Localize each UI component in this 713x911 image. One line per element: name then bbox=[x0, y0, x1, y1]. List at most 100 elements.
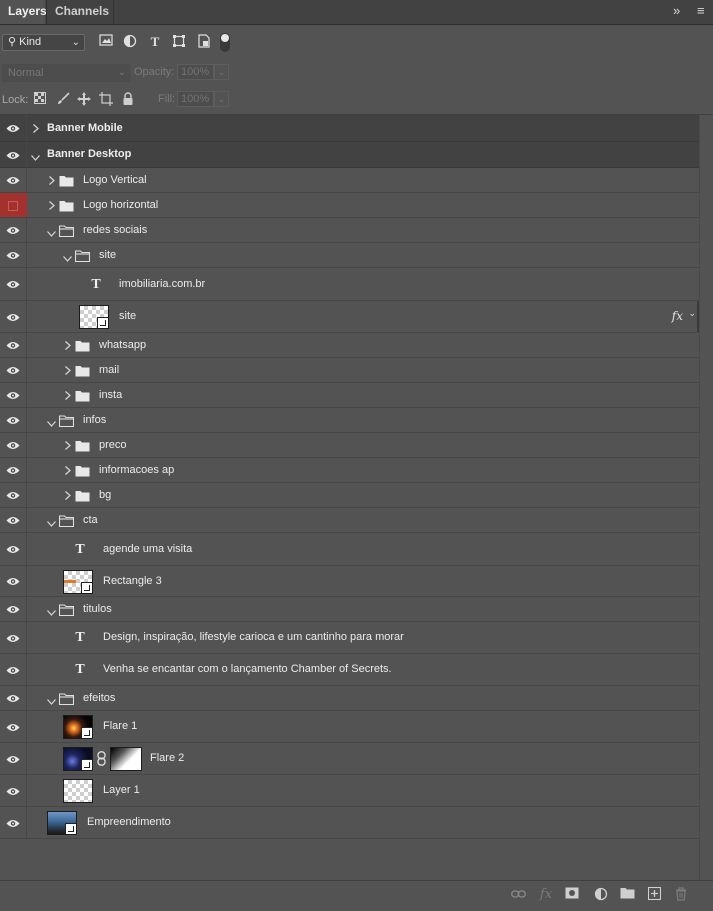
eye-icon[interactable] bbox=[6, 723, 20, 731]
fill-dropdown-icon[interactable]: ⌄ bbox=[214, 91, 229, 107]
visibility-column[interactable] bbox=[0, 333, 27, 357]
visibility-column[interactable] bbox=[0, 142, 27, 167]
kind-filter-select[interactable]: ⚲ Kind ⌄ bbox=[2, 34, 85, 51]
visibility-empty-box[interactable] bbox=[8, 200, 18, 211]
visibility-column[interactable] bbox=[0, 622, 27, 653]
chevron-right-icon[interactable] bbox=[49, 200, 57, 210]
chevron-down-icon[interactable] bbox=[47, 696, 56, 705]
layer-row[interactable]: insta bbox=[0, 383, 699, 408]
chevron-right-icon[interactable] bbox=[65, 465, 73, 475]
chevron-down-icon[interactable] bbox=[47, 228, 56, 237]
tab-layers[interactable]: Layers bbox=[0, 0, 47, 24]
layer-row[interactable]: Empreendimento bbox=[0, 807, 699, 839]
eye-icon[interactable] bbox=[6, 466, 20, 474]
layer-name[interactable]: Logo horizontal bbox=[83, 199, 158, 211]
type-filter-icon[interactable]: T bbox=[147, 34, 163, 50]
eye-icon[interactable] bbox=[6, 341, 20, 349]
lock-image-pixels-icon[interactable] bbox=[56, 92, 70, 106]
visibility-column[interactable] bbox=[0, 301, 27, 332]
eye-icon[interactable] bbox=[6, 694, 20, 702]
layer-name[interactable]: cta bbox=[83, 514, 98, 526]
visibility-column[interactable] bbox=[0, 358, 27, 382]
eye-icon[interactable] bbox=[6, 634, 20, 642]
layer-name[interactable]: infos bbox=[83, 414, 106, 426]
eye-icon[interactable] bbox=[6, 151, 20, 159]
visibility-column[interactable] bbox=[0, 597, 27, 621]
collapse-panel-icon[interactable]: » bbox=[673, 0, 680, 24]
add-mask-icon[interactable] bbox=[564, 887, 580, 903]
layer-row[interactable]: Rectangle 3 bbox=[0, 566, 699, 597]
layer-name[interactable]: site bbox=[99, 249, 116, 261]
chevron-down-icon[interactable] bbox=[47, 518, 56, 527]
visibility-column[interactable] bbox=[0, 218, 27, 242]
eye-icon[interactable] bbox=[6, 441, 20, 449]
trash-icon[interactable] bbox=[673, 887, 689, 903]
lock-all-icon[interactable] bbox=[121, 92, 135, 106]
fill-input[interactable]: 100% bbox=[177, 91, 214, 107]
layer-name[interactable]: Banner Mobile bbox=[47, 122, 123, 134]
layer-row[interactable]: efeitos bbox=[0, 686, 699, 711]
visibility-column[interactable] bbox=[0, 483, 27, 507]
layer-row[interactable]: Logo Vertical bbox=[0, 168, 699, 193]
layer-name[interactable]: Venha se encantar com o lançamento Chamb… bbox=[103, 663, 392, 675]
layer-row[interactable]: Flare 1 bbox=[0, 711, 699, 743]
layer-name[interactable]: informacoes ap bbox=[99, 464, 174, 476]
eye-icon[interactable] bbox=[6, 787, 20, 795]
adjustment-filter-icon[interactable] bbox=[122, 34, 138, 50]
opacity-dropdown-icon[interactable]: ⌄ bbox=[214, 64, 229, 80]
layer-name[interactable]: whatsapp bbox=[99, 339, 146, 351]
blend-mode-select[interactable]: Normal ⌄ bbox=[2, 64, 130, 82]
layer-name[interactable]: imobiliaria.com.br bbox=[119, 278, 205, 290]
chain-link-icon[interactable] bbox=[97, 751, 107, 767]
visibility-column[interactable] bbox=[0, 115, 27, 141]
opacity-input[interactable]: 100% bbox=[177, 64, 214, 80]
chevron-right-icon[interactable] bbox=[49, 175, 57, 185]
layer-name[interactable]: titulos bbox=[83, 603, 112, 615]
layer-mask-thumbnail[interactable] bbox=[110, 747, 142, 771]
layer-name[interactable]: Banner Desktop bbox=[47, 148, 131, 160]
layer-row[interactable]: bg bbox=[0, 483, 699, 508]
visibility-column[interactable] bbox=[0, 775, 27, 806]
chevron-down-icon[interactable] bbox=[63, 253, 72, 262]
visibility-column[interactable] bbox=[0, 433, 27, 457]
layers-scrollbar[interactable] bbox=[699, 115, 713, 880]
chevron-down-icon[interactable] bbox=[47, 607, 56, 616]
visibility-column[interactable] bbox=[0, 711, 27, 742]
layer-name[interactable]: site bbox=[119, 310, 136, 322]
eye-icon[interactable] bbox=[6, 577, 20, 585]
chevron-down-icon[interactable] bbox=[47, 418, 56, 427]
chevron-right-icon[interactable] bbox=[65, 440, 73, 450]
layer-name[interactable]: Flare 2 bbox=[150, 752, 184, 764]
smart-object-filter-icon[interactable] bbox=[196, 34, 212, 50]
chevron-right-icon[interactable] bbox=[65, 390, 73, 400]
eye-icon[interactable] bbox=[6, 176, 20, 184]
lock-position-icon[interactable] bbox=[77, 92, 91, 106]
layer-row[interactable]: Banner Mobile bbox=[0, 115, 699, 142]
eye-icon[interactable] bbox=[6, 819, 20, 827]
layer-row[interactable]: Timobiliaria.com.br bbox=[0, 268, 699, 301]
visibility-column[interactable] bbox=[0, 268, 27, 300]
new-group-icon[interactable] bbox=[619, 887, 635, 903]
eye-icon[interactable] bbox=[6, 391, 20, 399]
eye-icon[interactable] bbox=[6, 491, 20, 499]
lock-artboard-icon[interactable] bbox=[99, 92, 113, 106]
chevron-right-icon[interactable] bbox=[65, 340, 73, 350]
layer-row[interactable]: redes sociais bbox=[0, 218, 699, 243]
eye-icon[interactable] bbox=[6, 226, 20, 234]
visibility-column[interactable] bbox=[0, 743, 27, 774]
chevron-down-icon[interactable] bbox=[31, 152, 40, 161]
layer-row[interactable]: Layer 1 bbox=[0, 775, 699, 807]
new-layer-icon[interactable] bbox=[646, 886, 662, 903]
layer-name[interactable]: Rectangle 3 bbox=[103, 575, 162, 587]
chevron-right-icon[interactable] bbox=[65, 365, 73, 375]
visibility-column[interactable] bbox=[0, 408, 27, 432]
layer-name[interactable]: agende uma visita bbox=[103, 543, 192, 555]
fx-icon[interactable]: fx bbox=[538, 887, 554, 903]
chevron-down-icon[interactable]: ⌄ bbox=[688, 308, 696, 319]
layer-row[interactable]: informacoes ap bbox=[0, 458, 699, 483]
layer-row[interactable]: cta bbox=[0, 508, 699, 533]
layer-name[interactable]: Design, inspiração, lifestyle carioca e … bbox=[103, 631, 404, 643]
link-layers-icon[interactable] bbox=[510, 887, 526, 903]
layer-name[interactable]: insta bbox=[99, 389, 122, 401]
visibility-column[interactable] bbox=[0, 193, 27, 217]
